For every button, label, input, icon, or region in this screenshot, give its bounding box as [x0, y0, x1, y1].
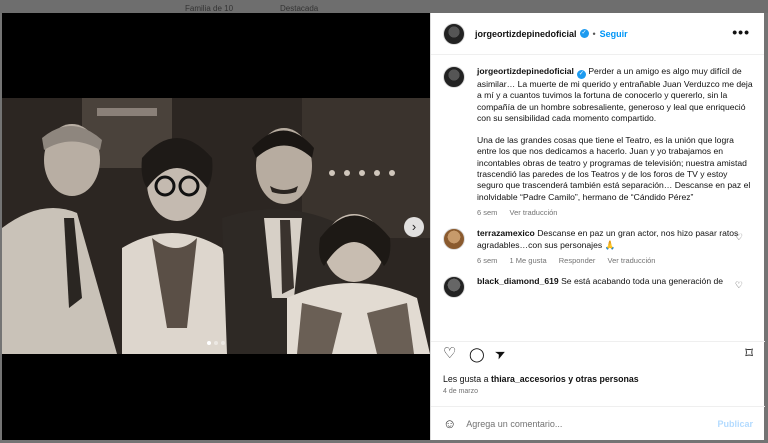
post-date: 4 de marzo	[443, 388, 479, 395]
carousel-dot	[221, 341, 225, 345]
background-tab-destacada: Destacada	[280, 4, 319, 13]
separator-dot: •	[592, 28, 596, 39]
comment-like-heart-icon[interactable]: ♡	[735, 280, 743, 291]
comment-meta: 6 sem 1 Me gusta Responder Ver traducció…	[477, 256, 753, 266]
post-photo	[2, 98, 430, 354]
post-media: ›	[2, 13, 430, 440]
comments-list[interactable]: jorgeortizdepinedoficial ✓ Perder a un am…	[431, 56, 765, 334]
comment-bubble-icon[interactable]: ◯	[469, 346, 485, 362]
carousel-next-button[interactable]: ›	[404, 217, 424, 237]
post-modal: › jorgeortizdepinedoficial ✓ • Seguir ••…	[2, 13, 765, 440]
carousel-dot	[214, 341, 218, 345]
add-comment-bar: ☺ Publicar	[431, 406, 765, 440]
save-bookmark-icon[interactable]: ⌑	[745, 346, 753, 362]
comment-text: Se está acabando toda una generación de	[561, 276, 724, 286]
post-header: jorgeortizdepinedoficial ✓ • Seguir •••	[431, 13, 764, 55]
comment-item: black_diamond_619 Se está acabando toda …	[443, 276, 753, 298]
background-profile-tabs: Familia de 10 Destacada	[0, 0, 768, 13]
caption-entry: jorgeortizdepinedoficial ✓ Perder a un am…	[443, 66, 753, 218]
verified-badge-icon: ✓	[579, 29, 589, 38]
likes-summary: Les gusta a thiara_accesorios y otras pe…	[443, 374, 639, 384]
post-side-panel: jorgeortizdepinedoficial ✓ • Seguir ••• …	[430, 13, 765, 440]
author-avatar[interactable]	[443, 22, 465, 45]
likes-prefix: Les gusta a	[443, 374, 489, 384]
post-actions-bar: ♡ ◯ ➤ ⌑	[431, 341, 765, 365]
caption-meta: 6 sem Ver traducción	[477, 208, 753, 218]
comment-item: terrazamexico Descanse en paz un gran ac…	[443, 228, 753, 266]
comment-like-heart-icon[interactable]: ♡	[735, 232, 743, 243]
carousel-dot	[207, 341, 211, 345]
comment-likes-count[interactable]: 1 Me gusta	[510, 256, 547, 265]
background-tab-familia: Familia de 10	[185, 4, 234, 13]
author-username[interactable]: jorgeortizdepinedoficial	[475, 29, 577, 39]
verified-badge-icon: ✓	[576, 70, 586, 79]
commenter-avatar[interactable]	[443, 276, 465, 298]
author-avatar[interactable]	[443, 66, 465, 88]
comment-time: 6 sem	[477, 256, 498, 266]
photo-illustration	[2, 98, 430, 354]
follow-button[interactable]: Seguir	[600, 29, 628, 39]
comment-input[interactable]	[466, 418, 697, 429]
caption-text-2: Una de las grandes cosas que tiene el Te…	[477, 134, 751, 202]
more-options-icon[interactable]: •••	[732, 24, 750, 40]
likes-others-link[interactable]: y otras personas	[568, 374, 638, 384]
like-heart-icon[interactable]: ♡	[443, 346, 456, 362]
chevron-right-icon: ›	[411, 219, 417, 234]
likes-user-link[interactable]: thiara_accesorios	[491, 374, 566, 384]
caption-translate-link[interactable]: Ver traducción	[510, 208, 558, 217]
carousel-indicator	[207, 341, 225, 345]
comment-reply-link[interactable]: Responder	[559, 256, 596, 265]
caption-time: 6 sem	[477, 208, 498, 218]
commenter-username[interactable]: black_diamond_619	[477, 276, 559, 286]
share-send-icon[interactable]: ➤	[492, 344, 509, 363]
emoji-picker-icon[interactable]: ☺	[443, 416, 456, 431]
commenter-avatar[interactable]	[443, 228, 465, 251]
caption-paragraph: jorgeortizdepinedoficial ✓ Perder a un am…	[477, 66, 753, 125]
comment-translate-link[interactable]: Ver traducción	[608, 256, 656, 265]
commenter-username[interactable]: terrazamexico	[477, 228, 535, 238]
publish-button[interactable]: Publicar	[717, 419, 753, 429]
caption-username[interactable]: jorgeortizdepinedoficial	[477, 66, 574, 76]
